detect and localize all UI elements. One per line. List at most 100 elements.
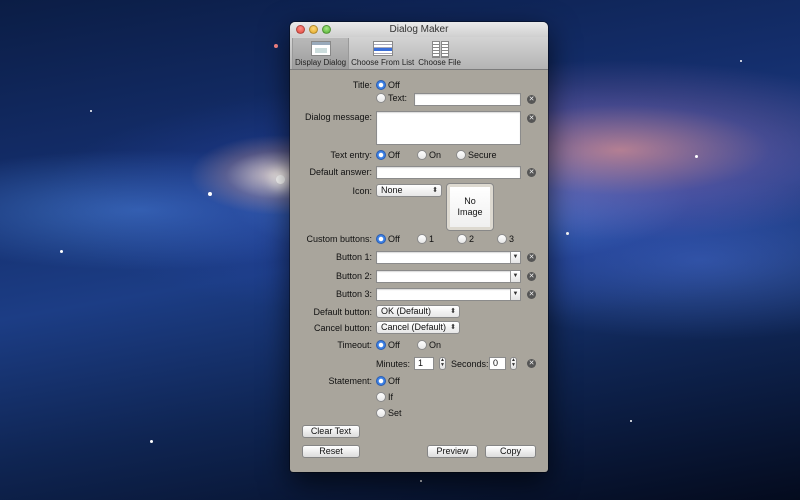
radio-unselected	[376, 408, 386, 418]
custom-buttons-off-radio[interactable]: Off	[376, 234, 400, 245]
cancel-button-value: Cancel (Default)	[381, 322, 447, 332]
text-entry-off-radio[interactable]: Off	[376, 150, 400, 161]
star	[740, 60, 742, 62]
clear-button3-icon[interactable]: ✕	[527, 290, 536, 299]
star	[566, 232, 569, 235]
default-button-popup[interactable]: OK (Default) ⬍	[376, 305, 460, 318]
radio-label: Secure	[468, 150, 497, 160]
list-icon	[372, 41, 393, 56]
preview-button[interactable]: Preview	[427, 445, 478, 458]
button2-combo[interactable]: ▼	[376, 270, 521, 283]
tab-choose-file[interactable]: Choose File	[416, 38, 463, 69]
default-answer-field[interactable]	[376, 166, 521, 179]
statement-off-radio[interactable]: Off	[376, 376, 400, 387]
custom-buttons-3-radio[interactable]: 3	[497, 234, 514, 245]
radio-label: If	[388, 392, 394, 402]
dialog-message-field[interactable]	[376, 111, 521, 145]
button1-combo[interactable]: ▼	[376, 251, 521, 264]
statement-set-radio[interactable]: Set	[376, 408, 402, 419]
radio-selected	[376, 234, 386, 244]
title-off-radio[interactable]: Off	[376, 80, 400, 91]
custom-buttons-label: Custom buttons:	[306, 234, 372, 244]
radio-selected	[376, 340, 386, 350]
image-well-text: Image	[457, 207, 483, 217]
copy-button[interactable]: Copy	[485, 445, 536, 458]
timeout-on-radio[interactable]: On	[417, 340, 441, 351]
text-entry-secure-radio[interactable]: Secure	[456, 150, 497, 161]
tab-display-dialog[interactable]: Display Dialog	[292, 38, 350, 69]
minimize-window-button[interactable]	[309, 25, 318, 34]
minutes-stepper[interactable]: ▲ ▼	[439, 357, 446, 370]
statement-if-radio[interactable]: If	[376, 392, 393, 403]
star	[695, 155, 698, 158]
clear-button1-icon[interactable]: ✕	[527, 253, 536, 262]
timeout-off-radio[interactable]: Off	[376, 340, 400, 351]
radio-unselected	[417, 150, 427, 160]
statement-label: Statement:	[328, 376, 372, 386]
radio-unselected	[497, 234, 507, 244]
radio-label: Set	[388, 408, 402, 418]
dialog-message-label: Dialog message:	[304, 112, 372, 122]
clear-dialog-message-icon[interactable]: ✕	[527, 114, 536, 123]
chevron-down-icon[interactable]: ▼	[510, 252, 520, 263]
default-button-value: OK (Default)	[381, 306, 432, 316]
seconds-label: Seconds:	[451, 359, 489, 369]
clear-timeout-icon[interactable]: ✕	[527, 359, 536, 368]
clear-default-answer-icon[interactable]: ✕	[527, 168, 536, 177]
radio-unselected	[376, 93, 386, 103]
clear-title-icon[interactable]: ✕	[527, 95, 536, 104]
minutes-label: Minutes:	[376, 359, 411, 369]
minutes-field[interactable]: 1	[414, 357, 434, 370]
star	[150, 440, 153, 443]
timeout-label: Timeout:	[337, 340, 372, 350]
updown-arrows-icon: ⬍	[450, 308, 456, 315]
icon-label: Icon:	[352, 186, 372, 196]
star	[60, 250, 63, 253]
custom-buttons-1-radio[interactable]: 1	[417, 234, 434, 245]
seconds-stepper[interactable]: ▲ ▼	[510, 357, 517, 370]
radio-label: Off	[388, 340, 400, 350]
radio-label: Off	[388, 150, 400, 160]
star	[630, 420, 632, 422]
tab-choose-from-list[interactable]: Choose From List	[349, 38, 416, 69]
zoom-window-button[interactable]	[322, 25, 331, 34]
title-label: Title:	[352, 80, 372, 90]
radio-label: Text:	[388, 93, 408, 103]
chevron-down-icon[interactable]: ▼	[510, 289, 520, 300]
star	[420, 480, 422, 482]
close-window-button[interactable]	[296, 25, 305, 34]
title-text-radio[interactable]: Text:	[376, 93, 407, 104]
toolbar: Display Dialog Choose From List Choose F…	[290, 37, 548, 70]
title-text-field[interactable]	[414, 93, 521, 106]
file-icon	[430, 41, 450, 58]
radio-label: Off	[388, 80, 400, 90]
chevron-down-icon[interactable]: ▼	[510, 271, 520, 282]
cancel-button-popup[interactable]: Cancel (Default) ⬍	[376, 321, 460, 334]
radio-selected	[376, 150, 386, 160]
title-bar[interactable]: Dialog Maker	[290, 22, 548, 37]
reset-button[interactable]: Reset	[302, 445, 360, 458]
text-entry-label: Text entry:	[330, 150, 372, 160]
no-image-placeholder: No Image	[457, 196, 482, 218]
radio-label: Off	[388, 234, 400, 244]
image-well-text: No	[464, 196, 476, 206]
button1-label: Button 1:	[335, 252, 372, 262]
updown-arrows-icon: ⬍	[450, 324, 456, 331]
button3-combo[interactable]: ▼	[376, 288, 521, 301]
text-entry-on-radio[interactable]: On	[417, 150, 441, 161]
icon-popup[interactable]: None ⬍	[376, 184, 442, 197]
tab-label: Display Dialog	[295, 58, 347, 67]
radio-selected	[376, 80, 386, 90]
seconds-field[interactable]: 0	[489, 357, 506, 370]
icon-image-well[interactable]: No Image	[447, 184, 493, 230]
custom-buttons-2-radio[interactable]: 2	[457, 234, 474, 245]
radio-unselected	[417, 234, 427, 244]
default-answer-label: Default answer:	[309, 167, 372, 177]
radio-unselected	[457, 234, 467, 244]
default-button-label: Default button:	[313, 307, 372, 317]
clear-button2-icon[interactable]: ✕	[527, 272, 536, 281]
dialog-icon	[310, 41, 331, 56]
star	[90, 110, 92, 112]
clear-text-button[interactable]: Clear Text	[302, 425, 360, 438]
radio-label: 2	[469, 234, 475, 244]
